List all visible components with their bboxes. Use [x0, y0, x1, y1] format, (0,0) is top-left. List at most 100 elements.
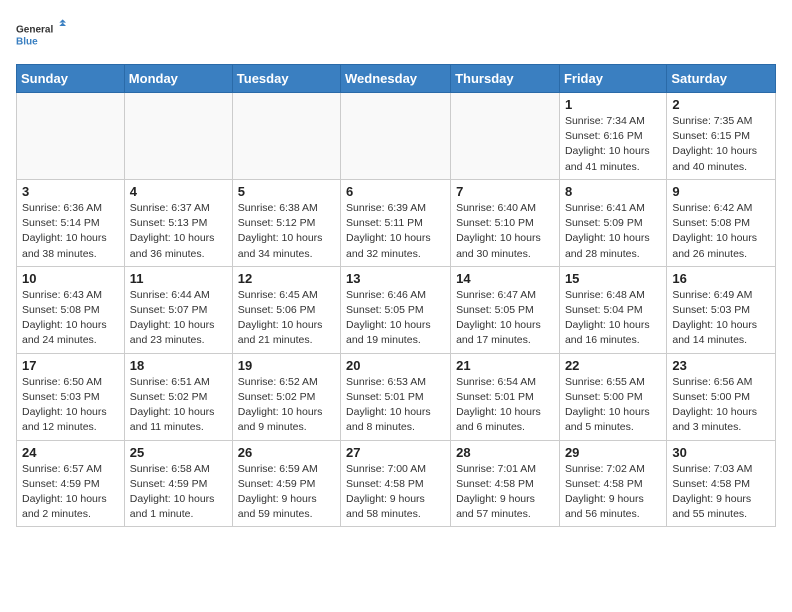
day-info: Sunrise: 6:36 AM Sunset: 5:14 PM Dayligh…	[22, 201, 119, 262]
calendar-header-monday: Monday	[124, 65, 232, 93]
day-info: Sunrise: 6:41 AM Sunset: 5:09 PM Dayligh…	[565, 201, 661, 262]
day-info: Sunrise: 6:42 AM Sunset: 5:08 PM Dayligh…	[672, 201, 770, 262]
day-info: Sunrise: 6:45 AM Sunset: 5:06 PM Dayligh…	[238, 288, 335, 349]
day-info: Sunrise: 7:00 AM Sunset: 4:58 PM Dayligh…	[346, 462, 445, 523]
day-number: 19	[238, 358, 335, 373]
calendar-cell	[451, 93, 560, 180]
day-number: 28	[456, 445, 554, 460]
day-info: Sunrise: 6:55 AM Sunset: 5:00 PM Dayligh…	[565, 375, 661, 436]
calendar-header-saturday: Saturday	[667, 65, 776, 93]
calendar-week-row: 3 Sunrise: 6:36 AM Sunset: 5:14 PM Daylig…	[17, 179, 776, 266]
day-info: Sunrise: 7:02 AM Sunset: 4:58 PM Dayligh…	[565, 462, 661, 523]
day-number: 13	[346, 271, 445, 286]
day-number: 1	[565, 97, 661, 112]
day-number: 11	[130, 271, 227, 286]
day-number: 24	[22, 445, 119, 460]
day-info: Sunrise: 6:53 AM Sunset: 5:01 PM Dayligh…	[346, 375, 445, 436]
calendar-header-row: SundayMondayTuesdayWednesdayThursdayFrid…	[17, 65, 776, 93]
day-info: Sunrise: 6:44 AM Sunset: 5:07 PM Dayligh…	[130, 288, 227, 349]
logo-svg: General Blue	[16, 16, 66, 56]
day-info: Sunrise: 6:43 AM Sunset: 5:08 PM Dayligh…	[22, 288, 119, 349]
calendar-cell: 21 Sunrise: 6:54 AM Sunset: 5:01 PM Dayli…	[451, 353, 560, 440]
day-number: 12	[238, 271, 335, 286]
calendar-header-thursday: Thursday	[451, 65, 560, 93]
calendar-cell: 9 Sunrise: 6:42 AM Sunset: 5:08 PM Daylig…	[667, 179, 776, 266]
calendar-cell	[17, 93, 125, 180]
svg-text:Blue: Blue	[16, 36, 38, 47]
day-info: Sunrise: 6:37 AM Sunset: 5:13 PM Dayligh…	[130, 201, 227, 262]
calendar-cell	[124, 93, 232, 180]
calendar-week-row: 24 Sunrise: 6:57 AM Sunset: 4:59 PM Dayli…	[17, 440, 776, 527]
calendar-cell: 17 Sunrise: 6:50 AM Sunset: 5:03 PM Dayli…	[17, 353, 125, 440]
day-number: 18	[130, 358, 227, 373]
day-number: 21	[456, 358, 554, 373]
header: General Blue	[16, 16, 776, 56]
calendar-header-sunday: Sunday	[17, 65, 125, 93]
day-info: Sunrise: 6:48 AM Sunset: 5:04 PM Dayligh…	[565, 288, 661, 349]
day-info: Sunrise: 7:35 AM Sunset: 6:15 PM Dayligh…	[672, 114, 770, 175]
calendar-cell: 30 Sunrise: 7:03 AM Sunset: 4:58 PM Dayli…	[667, 440, 776, 527]
day-info: Sunrise: 7:03 AM Sunset: 4:58 PM Dayligh…	[672, 462, 770, 523]
calendar-cell: 19 Sunrise: 6:52 AM Sunset: 5:02 PM Dayli…	[232, 353, 340, 440]
calendar-cell	[341, 93, 451, 180]
day-info: Sunrise: 6:51 AM Sunset: 5:02 PM Dayligh…	[130, 375, 227, 436]
day-number: 17	[22, 358, 119, 373]
calendar-header-tuesday: Tuesday	[232, 65, 340, 93]
day-number: 5	[238, 184, 335, 199]
day-info: Sunrise: 6:57 AM Sunset: 4:59 PM Dayligh…	[22, 462, 119, 523]
calendar-cell: 13 Sunrise: 6:46 AM Sunset: 5:05 PM Dayli…	[341, 266, 451, 353]
day-info: Sunrise: 6:40 AM Sunset: 5:10 PM Dayligh…	[456, 201, 554, 262]
calendar-header-wednesday: Wednesday	[341, 65, 451, 93]
day-info: Sunrise: 6:47 AM Sunset: 5:05 PM Dayligh…	[456, 288, 554, 349]
day-info: Sunrise: 6:52 AM Sunset: 5:02 PM Dayligh…	[238, 375, 335, 436]
calendar-cell: 15 Sunrise: 6:48 AM Sunset: 5:04 PM Dayli…	[559, 266, 666, 353]
calendar-cell: 5 Sunrise: 6:38 AM Sunset: 5:12 PM Daylig…	[232, 179, 340, 266]
day-number: 14	[456, 271, 554, 286]
day-info: Sunrise: 6:49 AM Sunset: 5:03 PM Dayligh…	[672, 288, 770, 349]
day-number: 27	[346, 445, 445, 460]
day-info: Sunrise: 6:54 AM Sunset: 5:01 PM Dayligh…	[456, 375, 554, 436]
day-number: 9	[672, 184, 770, 199]
day-info: Sunrise: 6:38 AM Sunset: 5:12 PM Dayligh…	[238, 201, 335, 262]
day-info: Sunrise: 7:01 AM Sunset: 4:58 PM Dayligh…	[456, 462, 554, 523]
day-info: Sunrise: 6:50 AM Sunset: 5:03 PM Dayligh…	[22, 375, 119, 436]
calendar-cell: 22 Sunrise: 6:55 AM Sunset: 5:00 PM Dayli…	[559, 353, 666, 440]
day-number: 29	[565, 445, 661, 460]
day-number: 7	[456, 184, 554, 199]
calendar-cell	[232, 93, 340, 180]
day-info: Sunrise: 6:46 AM Sunset: 5:05 PM Dayligh…	[346, 288, 445, 349]
calendar-cell: 2 Sunrise: 7:35 AM Sunset: 6:15 PM Daylig…	[667, 93, 776, 180]
day-number: 4	[130, 184, 227, 199]
calendar-cell: 7 Sunrise: 6:40 AM Sunset: 5:10 PM Daylig…	[451, 179, 560, 266]
day-number: 23	[672, 358, 770, 373]
day-number: 10	[22, 271, 119, 286]
day-number: 6	[346, 184, 445, 199]
calendar-cell: 16 Sunrise: 6:49 AM Sunset: 5:03 PM Dayli…	[667, 266, 776, 353]
calendar-cell: 26 Sunrise: 6:59 AM Sunset: 4:59 PM Dayli…	[232, 440, 340, 527]
calendar-cell: 23Sunrise: 6:56 AM Sunset: 5:00 PM Dayli…	[667, 353, 776, 440]
day-number: 3	[22, 184, 119, 199]
calendar-cell: 6Sunrise: 6:39 AM Sunset: 5:11 PM Daylig…	[341, 179, 451, 266]
day-info: Sunrise: 6:59 AM Sunset: 4:59 PM Dayligh…	[238, 462, 335, 523]
calendar-cell: 25Sunrise: 6:58 AM Sunset: 4:59 PM Dayli…	[124, 440, 232, 527]
calendar-cell: 4 Sunrise: 6:37 AM Sunset: 5:13 PM Daylig…	[124, 179, 232, 266]
day-number: 30	[672, 445, 770, 460]
calendar-header-friday: Friday	[559, 65, 666, 93]
day-info: Sunrise: 7:34 AM Sunset: 6:16 PM Dayligh…	[565, 114, 661, 175]
calendar-cell: 27 Sunrise: 7:00 AM Sunset: 4:58 PM Dayli…	[341, 440, 451, 527]
day-number: 26	[238, 445, 335, 460]
day-number: 2	[672, 97, 770, 112]
day-number: 15	[565, 271, 661, 286]
day-number: 16	[672, 271, 770, 286]
calendar-cell: 8 Sunrise: 6:41 AM Sunset: 5:09 PM Daylig…	[559, 179, 666, 266]
calendar-cell: 11 Sunrise: 6:44 AM Sunset: 5:07 PM Dayli…	[124, 266, 232, 353]
day-number: 22	[565, 358, 661, 373]
calendar-cell: 10 Sunrise: 6:43 AM Sunset: 5:08 PM Dayli…	[17, 266, 125, 353]
calendar-cell: 14 Sunrise: 6:47 AM Sunset: 5:05 PM Dayli…	[451, 266, 560, 353]
day-number: 8	[565, 184, 661, 199]
svg-text:General: General	[16, 25, 53, 36]
logo: General Blue	[16, 16, 66, 56]
calendar-week-row: 1 Sunrise: 7:34 AM Sunset: 6:16 PM Daylig…	[17, 93, 776, 180]
calendar-table: SundayMondayTuesdayWednesdayThursdayFrid…	[16, 64, 776, 527]
day-number: 25	[130, 445, 227, 460]
